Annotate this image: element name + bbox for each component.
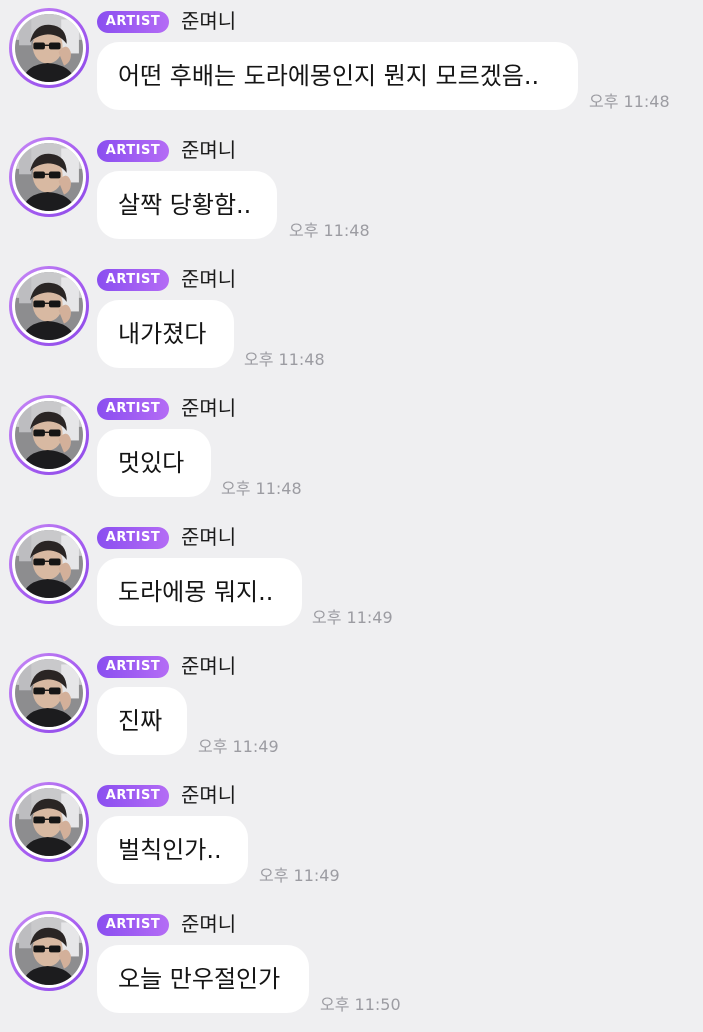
artist-badge: ARTIST <box>97 140 169 162</box>
message-timestamp: 오후 11:49 <box>198 737 279 756</box>
sender-name[interactable]: 준며니 <box>181 7 236 35</box>
sender-name[interactable]: 준며니 <box>181 652 236 680</box>
avatar-photo <box>15 788 83 856</box>
message-bubble[interactable]: 살짝 당황함.. <box>97 171 277 239</box>
message-bubble[interactable]: 진짜 <box>97 687 187 755</box>
avatar[interactable] <box>9 137 89 217</box>
message-bubble[interactable]: 어떤 후배는 도라에몽인지 뭔지 모르겠음.. <box>97 42 578 110</box>
avatar[interactable] <box>9 266 89 346</box>
sender-name[interactable]: 준며니 <box>181 265 236 293</box>
artist-badge: ARTIST <box>97 398 169 420</box>
message-timestamp: 오후 11:48 <box>589 92 670 111</box>
message-timestamp: 오후 11:48 <box>221 479 302 498</box>
message-timestamp: 오후 11:49 <box>259 866 340 885</box>
chat-message-list: ARTIST 준며니 어떤 후배는 도라에몽인지 뭔지 모르겠음.. 오후 11… <box>0 0 703 1024</box>
artist-badge: ARTIST <box>97 527 169 549</box>
avatar[interactable] <box>9 653 89 733</box>
message-timestamp: 오후 11:49 <box>312 608 393 627</box>
artist-badge: ARTIST <box>97 785 169 807</box>
avatar-photo <box>15 143 83 211</box>
avatar[interactable] <box>9 8 89 88</box>
chat-message: ARTIST 준며니 어떤 후배는 도라에몽인지 뭔지 모르겠음.. 오후 11… <box>0 0 703 129</box>
artist-badge: ARTIST <box>97 656 169 678</box>
message-bubble[interactable]: 도라에몽 뭐지.. <box>97 558 302 626</box>
avatar[interactable] <box>9 524 89 604</box>
chat-message: ARTIST 준며니 멋있다 오후 11:48 <box>0 387 703 516</box>
message-bubble[interactable]: 벌칙인가.. <box>97 816 248 884</box>
avatar[interactable] <box>9 911 89 991</box>
avatar-photo <box>15 917 83 985</box>
artist-badge: ARTIST <box>97 11 169 33</box>
avatar-photo <box>15 272 83 340</box>
avatar-photo <box>15 14 83 82</box>
chat-message: ARTIST 준며니 내가졌다 오후 11:48 <box>0 258 703 387</box>
chat-message: ARTIST 준며니 오늘 만우절인가 오후 11:50 <box>0 903 703 1032</box>
avatar[interactable] <box>9 782 89 862</box>
avatar-photo <box>15 659 83 727</box>
message-bubble[interactable]: 내가졌다 <box>97 300 234 368</box>
message-timestamp: 오후 11:50 <box>320 995 401 1014</box>
sender-name[interactable]: 준며니 <box>181 523 236 551</box>
avatar[interactable] <box>9 395 89 475</box>
chat-message: ARTIST 준며니 벌칙인가.. 오후 11:49 <box>0 774 703 903</box>
message-bubble[interactable]: 멋있다 <box>97 429 211 497</box>
sender-name[interactable]: 준며니 <box>181 394 236 422</box>
message-timestamp: 오후 11:48 <box>244 350 325 369</box>
message-timestamp: 오후 11:48 <box>289 221 370 240</box>
avatar-photo <box>15 401 83 469</box>
chat-message: ARTIST 준며니 살짝 당황함.. 오후 11:48 <box>0 129 703 258</box>
message-bubble[interactable]: 오늘 만우절인가 <box>97 945 309 1013</box>
sender-name[interactable]: 준며니 <box>181 781 236 809</box>
sender-name[interactable]: 준며니 <box>181 910 236 938</box>
chat-message: ARTIST 준며니 진짜 오후 11:49 <box>0 645 703 774</box>
artist-badge: ARTIST <box>97 269 169 291</box>
chat-message: ARTIST 준며니 도라에몽 뭐지.. 오후 11:49 <box>0 516 703 645</box>
sender-name[interactable]: 준며니 <box>181 136 236 164</box>
avatar-photo <box>15 530 83 598</box>
artist-badge: ARTIST <box>97 914 169 936</box>
